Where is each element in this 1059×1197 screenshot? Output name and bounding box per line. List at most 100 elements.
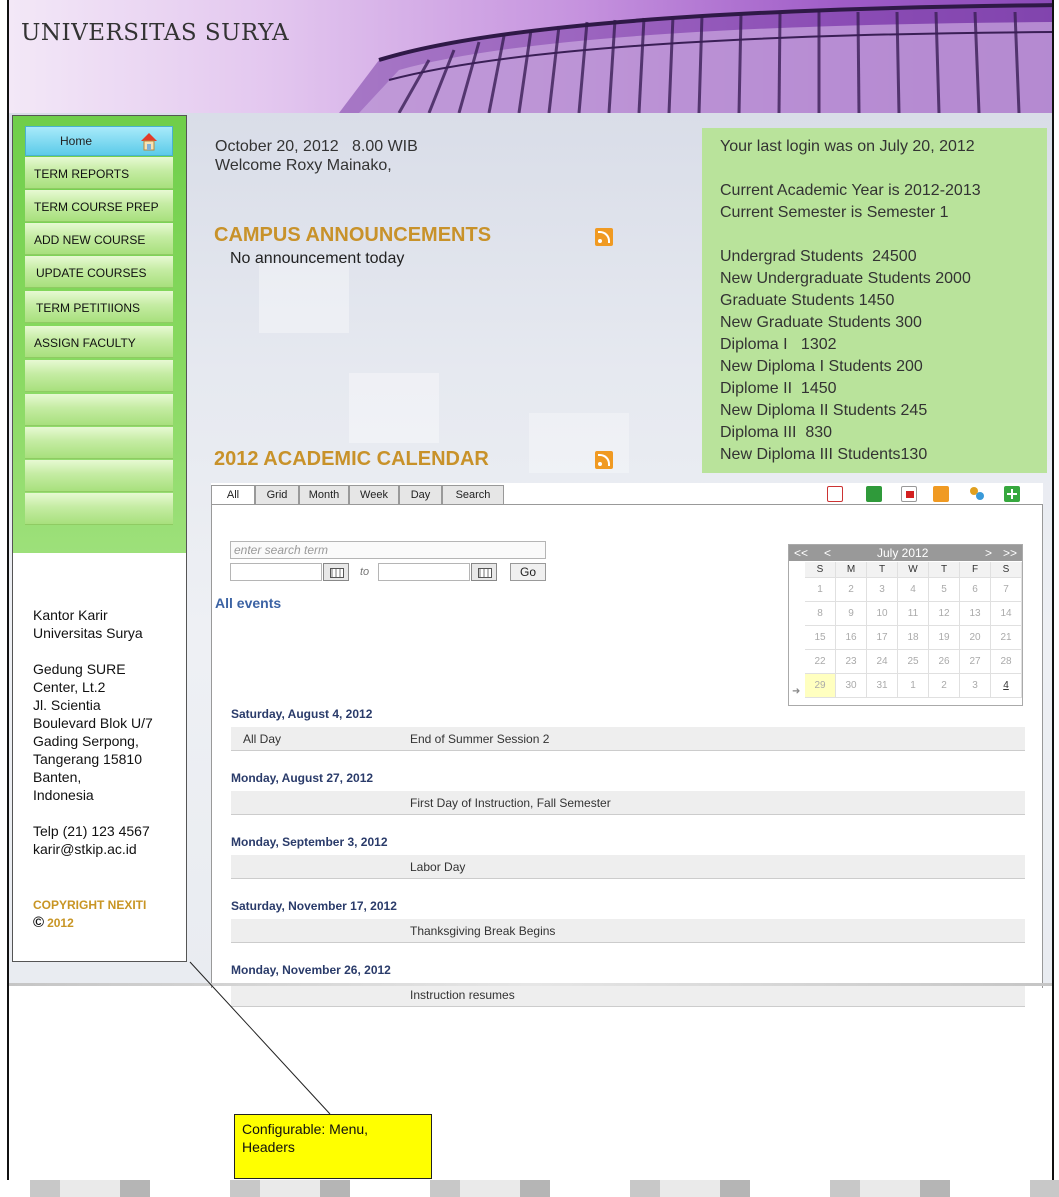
calendar-rss-icon[interactable] [595, 451, 613, 469]
last-login: Your last login was on July 20, 2012 [720, 138, 975, 155]
mini-calendar-day[interactable]: 6 [960, 578, 991, 602]
add-event-icon[interactable] [1004, 486, 1020, 502]
mini-calendar-day[interactable]: 11 [898, 602, 929, 626]
mini-calendar-day[interactable]: 27 [960, 650, 991, 674]
menu-item-empty[interactable] [25, 394, 173, 426]
prev-year-button[interactable]: << [794, 546, 808, 560]
calendar-bottom-border [9, 983, 1052, 986]
mini-calendar-day[interactable]: 16 [836, 626, 867, 650]
tab-month[interactable]: Month [299, 485, 349, 505]
end-date-input[interactable] [378, 563, 470, 581]
mini-calendar-day[interactable]: 4 [898, 578, 929, 602]
event-title[interactable]: Instruction resumes [410, 988, 515, 1002]
mini-calendar-day[interactable]: 25 [898, 650, 929, 674]
calendar-search-input[interactable]: enter search term [230, 541, 546, 559]
email-link[interactable]: karir@stkip.ac.id [33, 841, 137, 857]
mini-calendar-day[interactable]: 5 [929, 578, 960, 602]
contact-info: Kantor Karir Universitas Surya Gedung SU… [33, 606, 183, 876]
agenda-event-row[interactable]: Thanksgiving Break Begins [231, 919, 1025, 943]
event-title[interactable]: First Day of Instruction, Fall Semester [410, 796, 611, 810]
start-date-input[interactable] [230, 563, 322, 581]
mini-calendar-day[interactable]: 13 [960, 602, 991, 626]
agenda-event-row[interactable]: Labor Day [231, 855, 1025, 879]
menu-item-term-petitions[interactable]: TERM PETITIIONS [25, 291, 173, 323]
tab-grid[interactable]: Grid [255, 485, 299, 505]
menu-home-label: Home [60, 134, 93, 148]
bg-decoration [259, 263, 349, 333]
mini-calendar-day[interactable]: 7 [991, 578, 1022, 602]
mini-calendar-day[interactable]: 2 [929, 674, 960, 698]
mini-calendar-day[interactable]: 8 [805, 602, 836, 626]
mini-calendar-day[interactable]: 18 [898, 626, 929, 650]
tab-day[interactable]: Day [399, 485, 442, 505]
mini-calendar-day[interactable]: 3 [960, 674, 991, 698]
menu-item-empty[interactable] [25, 360, 173, 392]
menu-item-update-courses[interactable]: UPDATE COURSES [25, 256, 173, 288]
address-line: Jl. Scientia [33, 697, 101, 713]
agenda-event-row[interactable]: All Day End of Summer Session 2 [231, 727, 1025, 751]
month-label: July 2012 [877, 546, 929, 560]
event-title[interactable]: Labor Day [410, 860, 465, 874]
frame-border-right [1052, 0, 1054, 1180]
mini-calendar-day[interactable]: 28 [991, 650, 1022, 674]
start-date-picker-icon[interactable] [323, 563, 349, 581]
agenda-event-row[interactable]: Instruction resumes [231, 983, 1025, 1007]
mini-calendar-day[interactable]: 10 [867, 602, 898, 626]
mini-calendar-day[interactable]: 1 [805, 578, 836, 602]
menu-item-term-reports[interactable]: TERM REPORTS [25, 157, 173, 189]
event-title[interactable]: Thanksgiving Break Begins [410, 924, 555, 938]
menu-item-term-course-prep[interactable]: TERM COURSE PREP [25, 190, 173, 222]
announcements-empty-text: No announcement today [230, 250, 405, 267]
menu-item-label: UPDATE COURSES [36, 266, 147, 280]
prev-month-button[interactable]: < [824, 546, 831, 560]
mini-calendar-day[interactable]: 1 [898, 674, 929, 698]
menu-item-add-new-course[interactable]: ADD NEW COURSE [25, 223, 173, 255]
mini-calendar-day[interactable]: 4 [991, 674, 1022, 698]
end-date-picker-icon[interactable] [471, 563, 497, 581]
mini-calendar-day[interactable]: 23 [836, 650, 867, 674]
address-line: Center, Lt.2 [33, 679, 106, 695]
menu-item-empty[interactable] [25, 427, 173, 459]
next-month-button[interactable]: > [985, 546, 992, 560]
mini-calendar-day[interactable]: 26 [929, 650, 960, 674]
event-title[interactable]: End of Summer Session 2 [410, 732, 549, 746]
next-year-button[interactable]: >> [1003, 546, 1017, 560]
mini-calendar-day[interactable]: 14 [991, 602, 1022, 626]
mini-calendar-day[interactable]: 24 [867, 650, 898, 674]
mini-calendar-day[interactable]: 15 [805, 626, 836, 650]
menu-item-assign-faculty[interactable]: ASSIGN FACULTY [25, 326, 173, 358]
mini-calendar-day[interactable]: 21 [991, 626, 1022, 650]
mini-calendar-day[interactable]: 9 [836, 602, 867, 626]
menu-item-empty[interactable] [25, 460, 173, 492]
tab-search[interactable]: Search [442, 485, 504, 505]
tab-week[interactable]: Week [349, 485, 399, 505]
mini-calendar-day[interactable]: 20 [960, 626, 991, 650]
mini-calendar-day[interactable]: 3 [867, 578, 898, 602]
calendar-view-icon[interactable] [827, 486, 843, 502]
academic-year: Current Academic Year is 2012-2013 [720, 182, 981, 199]
agenda-date-heading: Saturday, November 17, 2012 [231, 899, 397, 913]
mini-calendar-day[interactable]: 2 [836, 578, 867, 602]
mini-calendar-day[interactable]: 17 [867, 626, 898, 650]
feed-icon[interactable] [933, 486, 949, 502]
go-button[interactable]: Go [510, 563, 546, 581]
mini-calendar-day[interactable]: 30 [836, 674, 867, 698]
refresh-icon[interactable] [866, 486, 882, 502]
users-icon[interactable] [969, 486, 985, 502]
menu-item-empty[interactable] [25, 493, 173, 525]
mini-calendar-dow: T [929, 562, 960, 578]
mini-calendar-day[interactable]: 31 [867, 674, 898, 698]
mini-calendar-day[interactable]: 19 [929, 626, 960, 650]
mini-calendar-day[interactable]: 29 [805, 674, 836, 698]
mini-calendar: << < July 2012 > >> S M T W T F S 1 2 3 4 5 6 7 8 9 10 11… [788, 544, 1023, 706]
announcements-rss-icon[interactable] [595, 228, 613, 246]
menu-item-label: ASSIGN FACULTY [34, 336, 136, 350]
mini-calendar-dow: S [991, 562, 1022, 578]
mini-calendar-day[interactable]: 22 [805, 650, 836, 674]
export-icon[interactable] [901, 486, 917, 502]
mini-calendar-day[interactable]: 12 [929, 602, 960, 626]
agenda-event-row[interactable]: First Day of Instruction, Fall Semester [231, 791, 1025, 815]
stat-line: Graduate Students 1450 [720, 292, 895, 309]
menu-item-home[interactable]: Home [25, 126, 173, 156]
tab-all[interactable]: All [211, 485, 255, 505]
